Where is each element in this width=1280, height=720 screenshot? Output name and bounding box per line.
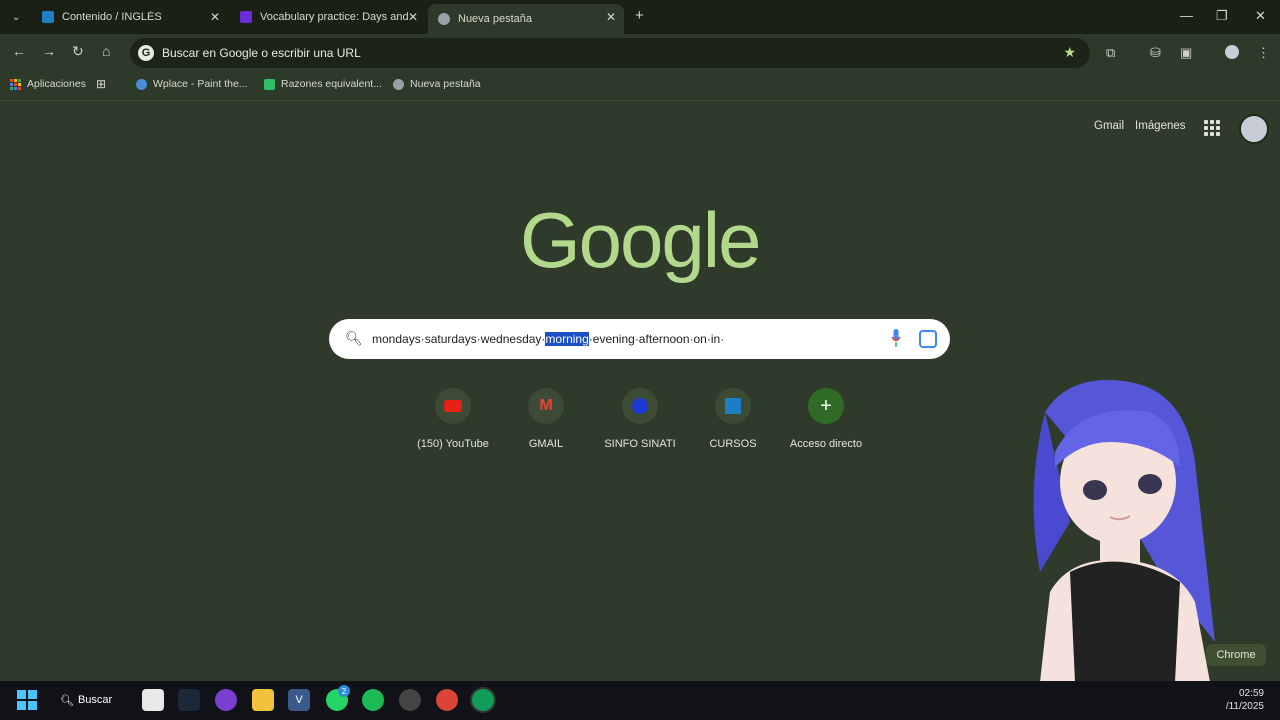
chrome-active-icon[interactable] bbox=[472, 689, 494, 711]
spotify-icon[interactable] bbox=[362, 689, 384, 711]
site-icon bbox=[136, 78, 147, 90]
gmail-icon: M bbox=[528, 388, 564, 424]
back-icon[interactable]: ← bbox=[12, 43, 26, 59]
close-icon[interactable]: ✕ bbox=[210, 10, 220, 24]
youtube-icon bbox=[435, 388, 471, 424]
app-icon[interactable] bbox=[399, 689, 421, 711]
site-icon bbox=[240, 11, 252, 23]
search-input[interactable]: mondays·saturdays·wednesday·morning·even… bbox=[372, 332, 724, 346]
tab-title: Contenido / INGLÉS bbox=[62, 11, 162, 23]
add-icon: + bbox=[808, 388, 844, 424]
shortcut-gmail[interactable]: M GMAIL bbox=[500, 388, 592, 450]
tab-vocabulary[interactable]: Vocabulary practice: Days and t ✕ bbox=[230, 4, 426, 30]
home-icon[interactable]: ⌂ bbox=[102, 43, 110, 59]
site-icon bbox=[264, 78, 275, 90]
close-icon[interactable]: ✕ bbox=[408, 10, 418, 24]
shortcut-cursos[interactable]: CURSOS bbox=[687, 388, 779, 450]
search-icon: 🔍︎ bbox=[60, 694, 74, 707]
taskbar-search-label: Buscar bbox=[77, 694, 113, 706]
extensions-icon[interactable]: ⧉ bbox=[1106, 45, 1115, 61]
microphone-icon[interactable] bbox=[891, 329, 901, 347]
chrome-icon[interactable] bbox=[436, 689, 458, 711]
search-text-before: mondays·saturdays·wednesday· bbox=[372, 332, 546, 346]
site-icon bbox=[42, 11, 54, 23]
app-icon[interactable]: V bbox=[288, 689, 310, 711]
shortcut-label: (150) YouTube bbox=[417, 438, 489, 450]
forward-icon[interactable]: → bbox=[42, 43, 56, 59]
search-text-after: ·evening·afternoon·on·in· bbox=[588, 332, 725, 346]
vtuber-avatar bbox=[1033, 380, 1215, 682]
tab-title: Vocabulary practice: Days and t bbox=[260, 11, 410, 23]
apps-grid-icon bbox=[10, 78, 21, 90]
clock-time: 02:59 bbox=[1238, 688, 1264, 699]
clock-date: /11/2025 bbox=[1225, 701, 1264, 712]
google-apps-icon[interactable] bbox=[1204, 120, 1220, 136]
notification-badge: 2 bbox=[338, 685, 350, 697]
search-text-selected: morning bbox=[545, 332, 589, 346]
store-icon[interactable] bbox=[142, 689, 164, 711]
toolbar: ← → ↻ ⌂ G Buscar en Google o escribir un… bbox=[0, 34, 1280, 72]
translate-icon[interactable]: ▣ bbox=[1180, 45, 1192, 61]
globe-icon bbox=[393, 78, 404, 90]
tab-title: Nueva pestaña bbox=[458, 13, 532, 25]
bookmark-label: Nueva pestaña bbox=[410, 78, 481, 90]
bookmark-nueva-pestana[interactable]: Nueva pestaña bbox=[393, 78, 481, 90]
bookmark-wplace[interactable]: Wplace - Paint the... bbox=[136, 78, 248, 90]
google-logo: Google bbox=[520, 196, 762, 284]
chat-app-icon[interactable] bbox=[215, 689, 237, 711]
search-box[interactable]: 🔍︎ mondays·saturdays·wednesday·morning·e… bbox=[329, 319, 950, 359]
bookmark-label: Wplace - Paint the... bbox=[153, 78, 248, 90]
bookmarks-bar: Aplicaciones ⊞ Wplace - Paint the... Raz… bbox=[0, 72, 1280, 101]
taskbar: 🔍︎ Buscar V 2 02:59 /11/2025 bbox=[0, 681, 1280, 720]
shortcut-label: SINFO SINATI bbox=[604, 438, 676, 450]
shortcut-sinfo[interactable]: SINFO SINATI bbox=[594, 388, 686, 450]
google-lens-icon[interactable] bbox=[919, 330, 937, 348]
new-tab-icon[interactable]: + bbox=[635, 7, 644, 24]
bookmark-apps[interactable]: Aplicaciones bbox=[10, 78, 86, 90]
windows-start-icon[interactable] bbox=[16, 689, 38, 711]
restore-icon[interactable]: ❐ bbox=[1216, 8, 1228, 24]
tab-groups-icon[interactable]: ⊞ bbox=[96, 77, 106, 91]
extension-icon[interactable]: ⛁ bbox=[1150, 45, 1161, 61]
shortcut-label: Acceso directo bbox=[789, 438, 863, 450]
site-icon bbox=[622, 388, 658, 424]
reload-icon[interactable]: ↻ bbox=[72, 43, 84, 60]
site-icon bbox=[715, 388, 751, 424]
minimize-icon[interactable]: — bbox=[1180, 8, 1193, 23]
shortcut-add[interactable]: + Acceso directo bbox=[780, 388, 872, 450]
close-icon[interactable]: ✕ bbox=[606, 10, 616, 24]
tab-search-button[interactable]: ⌄ bbox=[6, 4, 30, 30]
tab-new-tab[interactable]: Nueva pestaña ✕ bbox=[428, 4, 624, 34]
images-link[interactable]: Imágenes bbox=[1135, 120, 1186, 132]
shortcut-youtube[interactable]: (150) YouTube bbox=[407, 388, 499, 450]
taskbar-search[interactable]: 🔍︎ Buscar bbox=[60, 689, 130, 711]
bookmark-label: Razones equivalent... bbox=[281, 78, 382, 90]
address-placeholder: Buscar en Google o escribir una URL bbox=[162, 46, 361, 60]
shortcut-label: GMAIL bbox=[528, 438, 564, 450]
close-window-icon[interactable]: ✕ bbox=[1255, 8, 1266, 24]
steam-icon[interactable] bbox=[178, 689, 200, 711]
google-icon: G bbox=[138, 45, 154, 61]
bookmark-star-icon[interactable]: ★ bbox=[1063, 44, 1076, 61]
bookmark-label: Aplicaciones bbox=[27, 78, 86, 90]
bookmark-razones[interactable]: Razones equivalent... bbox=[264, 78, 382, 90]
address-bar[interactable]: G Buscar en Google o escribir una URL ★ bbox=[130, 38, 1090, 68]
search-icon: 🔍︎ bbox=[345, 330, 363, 346]
globe-icon bbox=[438, 13, 450, 25]
file-explorer-icon[interactable] bbox=[252, 689, 274, 711]
gmail-link[interactable]: Gmail bbox=[1094, 120, 1124, 132]
shortcut-label: CURSOS bbox=[709, 438, 757, 450]
menu-icon[interactable]: ⋮ bbox=[1257, 45, 1270, 61]
profile-icon[interactable] bbox=[1225, 45, 1239, 59]
tab-contenido[interactable]: Contenido / INGLÉS ✕ bbox=[32, 4, 228, 30]
tab-strip: ⌄ Contenido / INGLÉS ✕ Vocabulary practi… bbox=[0, 0, 1280, 34]
system-clock[interactable]: 02:59 /11/2025 bbox=[1226, 687, 1264, 713]
account-avatar[interactable] bbox=[1239, 114, 1269, 144]
